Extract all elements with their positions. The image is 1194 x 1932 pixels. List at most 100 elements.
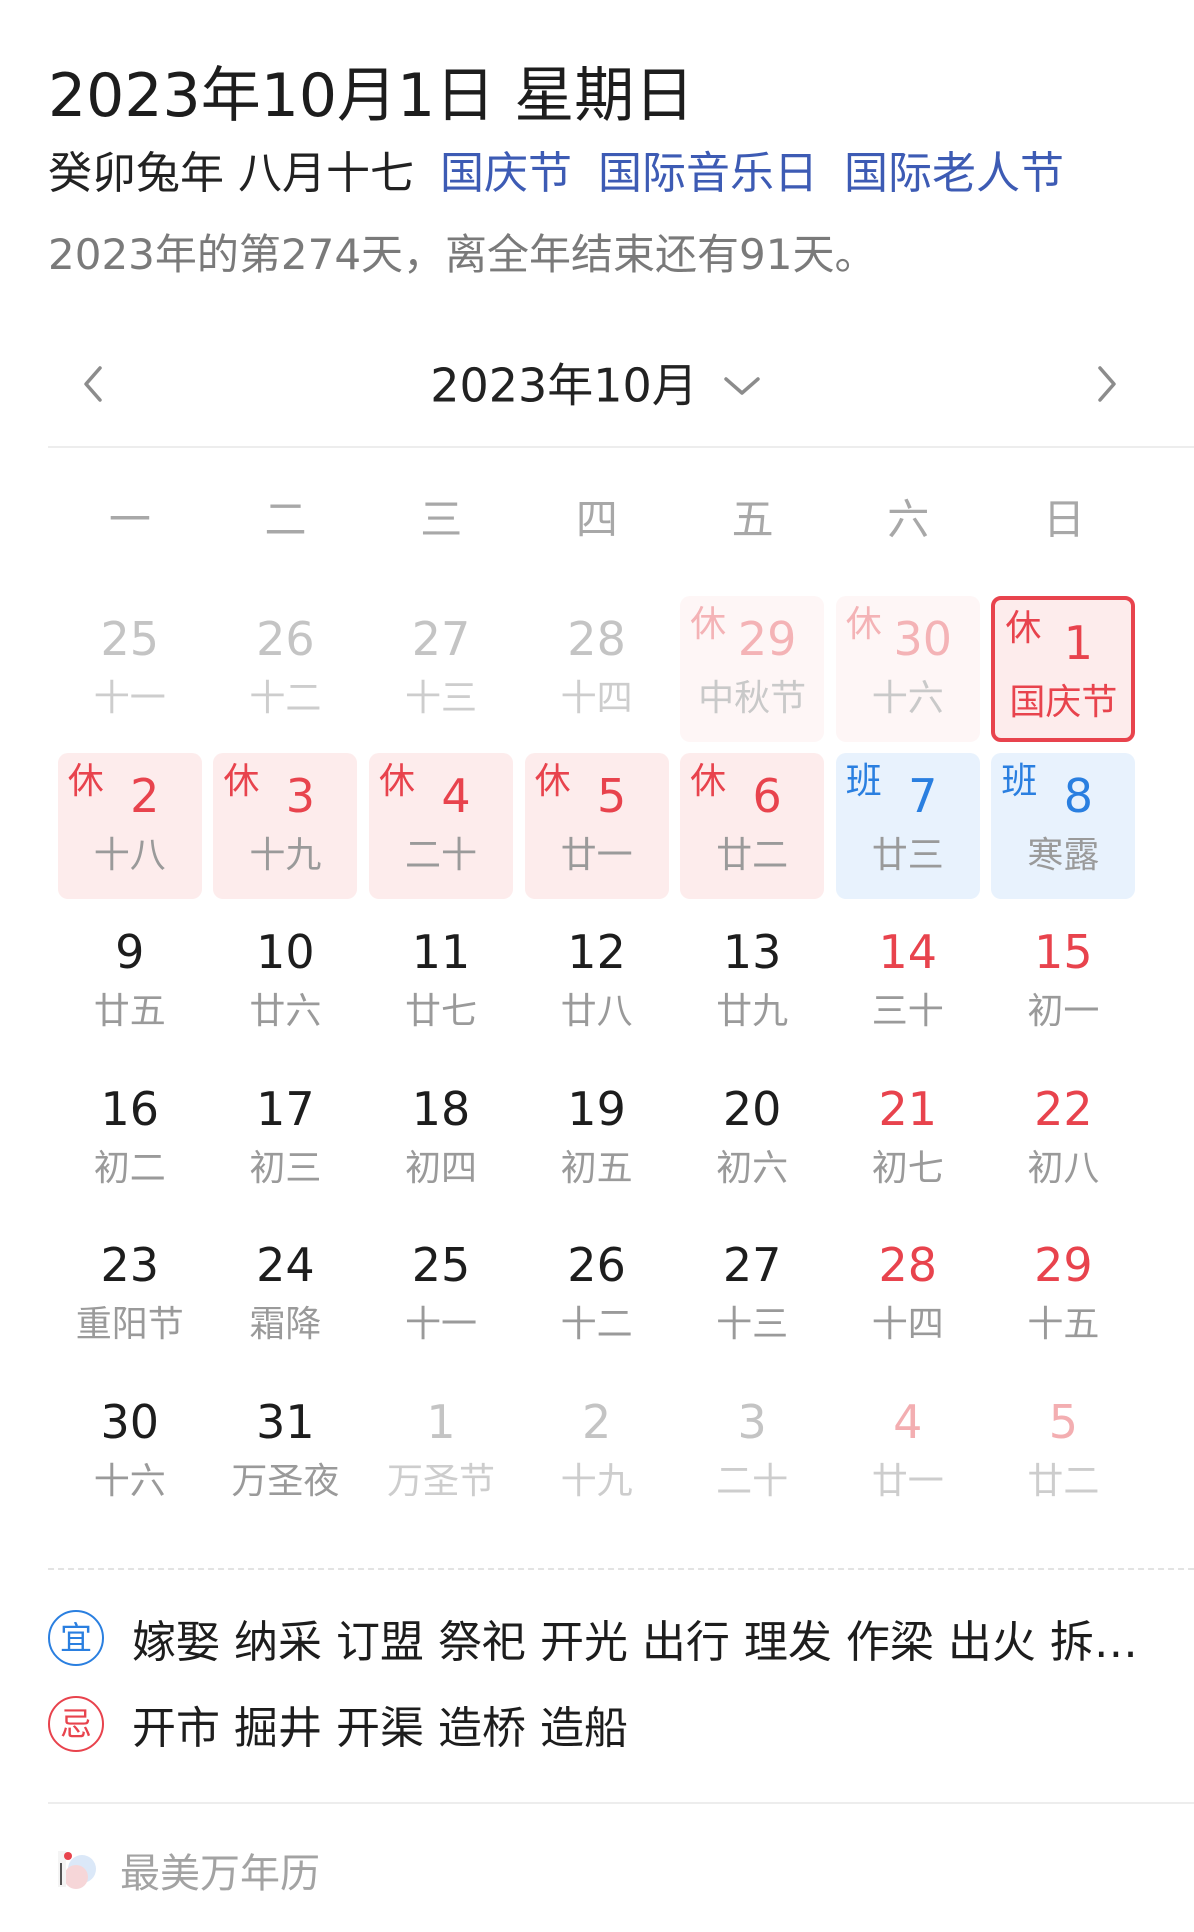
- calendar-day[interactable]: 26 十二: [213, 596, 357, 742]
- lunar-date: 癸卯兔年 八月十七: [48, 148, 414, 199]
- calendar-day[interactable]: 班 8 寒露: [991, 752, 1136, 899]
- month-navigation: 2023年10月: [48, 340, 1194, 448]
- calendar-day[interactable]: 30 十六: [58, 1379, 202, 1525]
- calendar-day[interactable]: 班 7 廿三: [835, 752, 980, 899]
- calendar-day[interactable]: 26 十二: [525, 1222, 669, 1368]
- day-number: 25: [100, 612, 160, 666]
- day-number: 16: [100, 1081, 160, 1136]
- footer[interactable]: 最美万年历: [54, 1842, 320, 1898]
- lunar-day: 初五: [560, 1147, 633, 1189]
- calendar-week-row: 30 十六 31 万圣夜 1 万圣节 2 十九 3 二十 4 廿一 5 廿二: [52, 1379, 1142, 1536]
- almanac-ji-row: 忌 开市 掘井 开渠 造桥 造船: [48, 1692, 1164, 1756]
- calendar-day[interactable]: 2 十九: [525, 1379, 669, 1525]
- yi-text: 嫁娶 纳采 订盟 祭祀 开光 出行 理发 作梁 出火 拆卸 修造: [132, 1617, 1164, 1668]
- day-number: 8: [1063, 768, 1093, 823]
- calendar-day[interactable]: 27 十三: [369, 596, 513, 742]
- day-number: 6: [752, 768, 782, 823]
- weekday-header: 一 二 三 四 五 六 日: [52, 490, 1142, 550]
- month-selector[interactable]: 2023年10月: [48, 350, 1146, 418]
- calendar-day[interactable]: 25 十一: [58, 596, 202, 742]
- calendar-day[interactable]: 19 初五: [525, 1066, 669, 1212]
- calendar-day[interactable]: 休 6 廿二: [680, 752, 825, 899]
- calendar-day[interactable]: 12 廿八: [525, 909, 669, 1055]
- day-number: 21: [878, 1081, 938, 1136]
- day-number: 27: [411, 612, 471, 666]
- lunar-day: 十四: [871, 1304, 944, 1346]
- calendar-day[interactable]: 4 廿一: [836, 1379, 980, 1525]
- festival-elder-day: 国际老人节: [844, 148, 1064, 199]
- day-number: 4: [441, 768, 471, 823]
- calendar-week-row: 9 廿五 10 廿六 11 廿七 12 廿八 13 廿九 14 三十 15 初一: [52, 909, 1142, 1066]
- calendar-week-row: 16 初二 17 初三 18 初四 19 初五 20 初六 21 初七 22 初八: [52, 1066, 1142, 1223]
- lunar-day: 霜降: [249, 1304, 322, 1346]
- lunar-day: 十八: [93, 834, 166, 876]
- lunar-day: 万圣夜: [231, 1460, 340, 1502]
- calendar-day[interactable]: 5 廿二: [991, 1379, 1135, 1525]
- yi-badge: 宜: [48, 1610, 104, 1666]
- lunar-day: 十一: [93, 678, 166, 719]
- divider: [48, 1802, 1194, 1804]
- day-number: 5: [1048, 1394, 1078, 1449]
- calendar-day[interactable]: 休 29 中秋节: [680, 596, 825, 742]
- day-number: 20: [722, 1081, 782, 1136]
- calendar-day[interactable]: 14 三十: [836, 909, 980, 1055]
- lunar-day: 中秋节: [698, 678, 807, 719]
- calendar-day[interactable]: 13 廿九: [680, 909, 824, 1055]
- lunar-day: 廿三: [871, 834, 944, 876]
- ji-badge: 忌: [48, 1696, 104, 1752]
- calendar-day[interactable]: 25 十一: [369, 1222, 513, 1368]
- calendar-day[interactable]: 27 十三: [680, 1222, 824, 1368]
- calendar-day[interactable]: 16 初二: [58, 1066, 202, 1212]
- lunar-day: 二十: [716, 1460, 789, 1502]
- lunar-day: 十四: [560, 678, 633, 719]
- lunar-day: 万圣节: [386, 1460, 495, 1502]
- calendar-day[interactable]: 18 初四: [369, 1066, 513, 1212]
- calendar-day[interactable]: 9 廿五: [58, 909, 202, 1055]
- calendar-day[interactable]: 28 十四: [525, 596, 669, 742]
- almanac-yi-row: 宜 嫁娶 纳采 订盟 祭祀 开光 出行 理发 作梁 出火 拆卸 修造: [48, 1606, 1164, 1670]
- calendar-day[interactable]: 11 廿七: [369, 909, 513, 1055]
- lunar-day: 十五: [1027, 1304, 1100, 1346]
- calendar-day[interactable]: 10 廿六: [213, 909, 357, 1055]
- lunar-day: 廿八: [560, 991, 633, 1033]
- calendar-day[interactable]: 1 万圣节: [369, 1379, 513, 1525]
- day-number: 26: [567, 1238, 626, 1293]
- calendar-day[interactable]: 21 初七: [836, 1066, 980, 1212]
- festival-national-day: 国庆节: [440, 148, 572, 199]
- lunar-day: 十二: [249, 678, 322, 719]
- calendar-day[interactable]: 20 初六: [680, 1066, 824, 1212]
- calendar-day[interactable]: 24 霜降: [213, 1222, 357, 1368]
- day-number: 28: [567, 612, 626, 666]
- calendar-card: 2023年10月1日 星期日 癸卯兔年 八月十七 国庆节 国际音乐日 国际老人节 20…: [0, 0, 1194, 1932]
- calendar-day[interactable]: 3 二十: [680, 1379, 824, 1525]
- calendar-day[interactable]: 17 初三: [213, 1066, 357, 1212]
- lunar-day: 廿一: [871, 1460, 944, 1502]
- calendar-day[interactable]: 休 30 十六: [835, 596, 980, 742]
- lunar-day: 十三: [404, 678, 477, 719]
- day-number: 25: [411, 1238, 471, 1293]
- calendar-day[interactable]: 31 万圣夜: [213, 1379, 357, 1525]
- lunar-day: 初七: [871, 1147, 944, 1189]
- calendar-week-row: 25 十一 26 十二 27 十三 28 十四 休 29 中秋节休 30 十六休 1 国庆节: [52, 596, 1142, 753]
- weekday-fri: 五: [731, 495, 774, 544]
- calendar-day[interactable]: 22 初八: [991, 1066, 1135, 1212]
- calendar-day[interactable]: 23 重阳节: [58, 1222, 202, 1368]
- calendar-day[interactable]: 休 4 二十: [368, 752, 513, 899]
- calendar-day[interactable]: 休 2 十八: [57, 752, 202, 899]
- day-number: 14: [878, 925, 938, 980]
- festival-music-day: 国际音乐日: [598, 148, 818, 199]
- calendar-day[interactable]: 28 十四: [836, 1222, 980, 1368]
- calendar-day[interactable]: 休 5 廿一: [524, 752, 669, 899]
- month-label: 2023年10月: [430, 358, 698, 413]
- day-number: 18: [411, 1081, 471, 1136]
- calendar-day-selected[interactable]: 休 1 国庆节: [991, 596, 1136, 742]
- calendar-day[interactable]: 29 十五: [991, 1222, 1135, 1368]
- lunar-day: 廿一: [560, 834, 633, 876]
- lunar-day: 初八: [1027, 1147, 1100, 1189]
- lunar-day: 十九: [249, 834, 322, 876]
- next-month-button[interactable]: [1076, 354, 1136, 414]
- lunar-day: 廿二: [1027, 1460, 1100, 1502]
- day-number: 7: [908, 768, 938, 823]
- calendar-day[interactable]: 休 3 十九: [213, 752, 358, 899]
- calendar-day[interactable]: 15 初一: [991, 909, 1135, 1055]
